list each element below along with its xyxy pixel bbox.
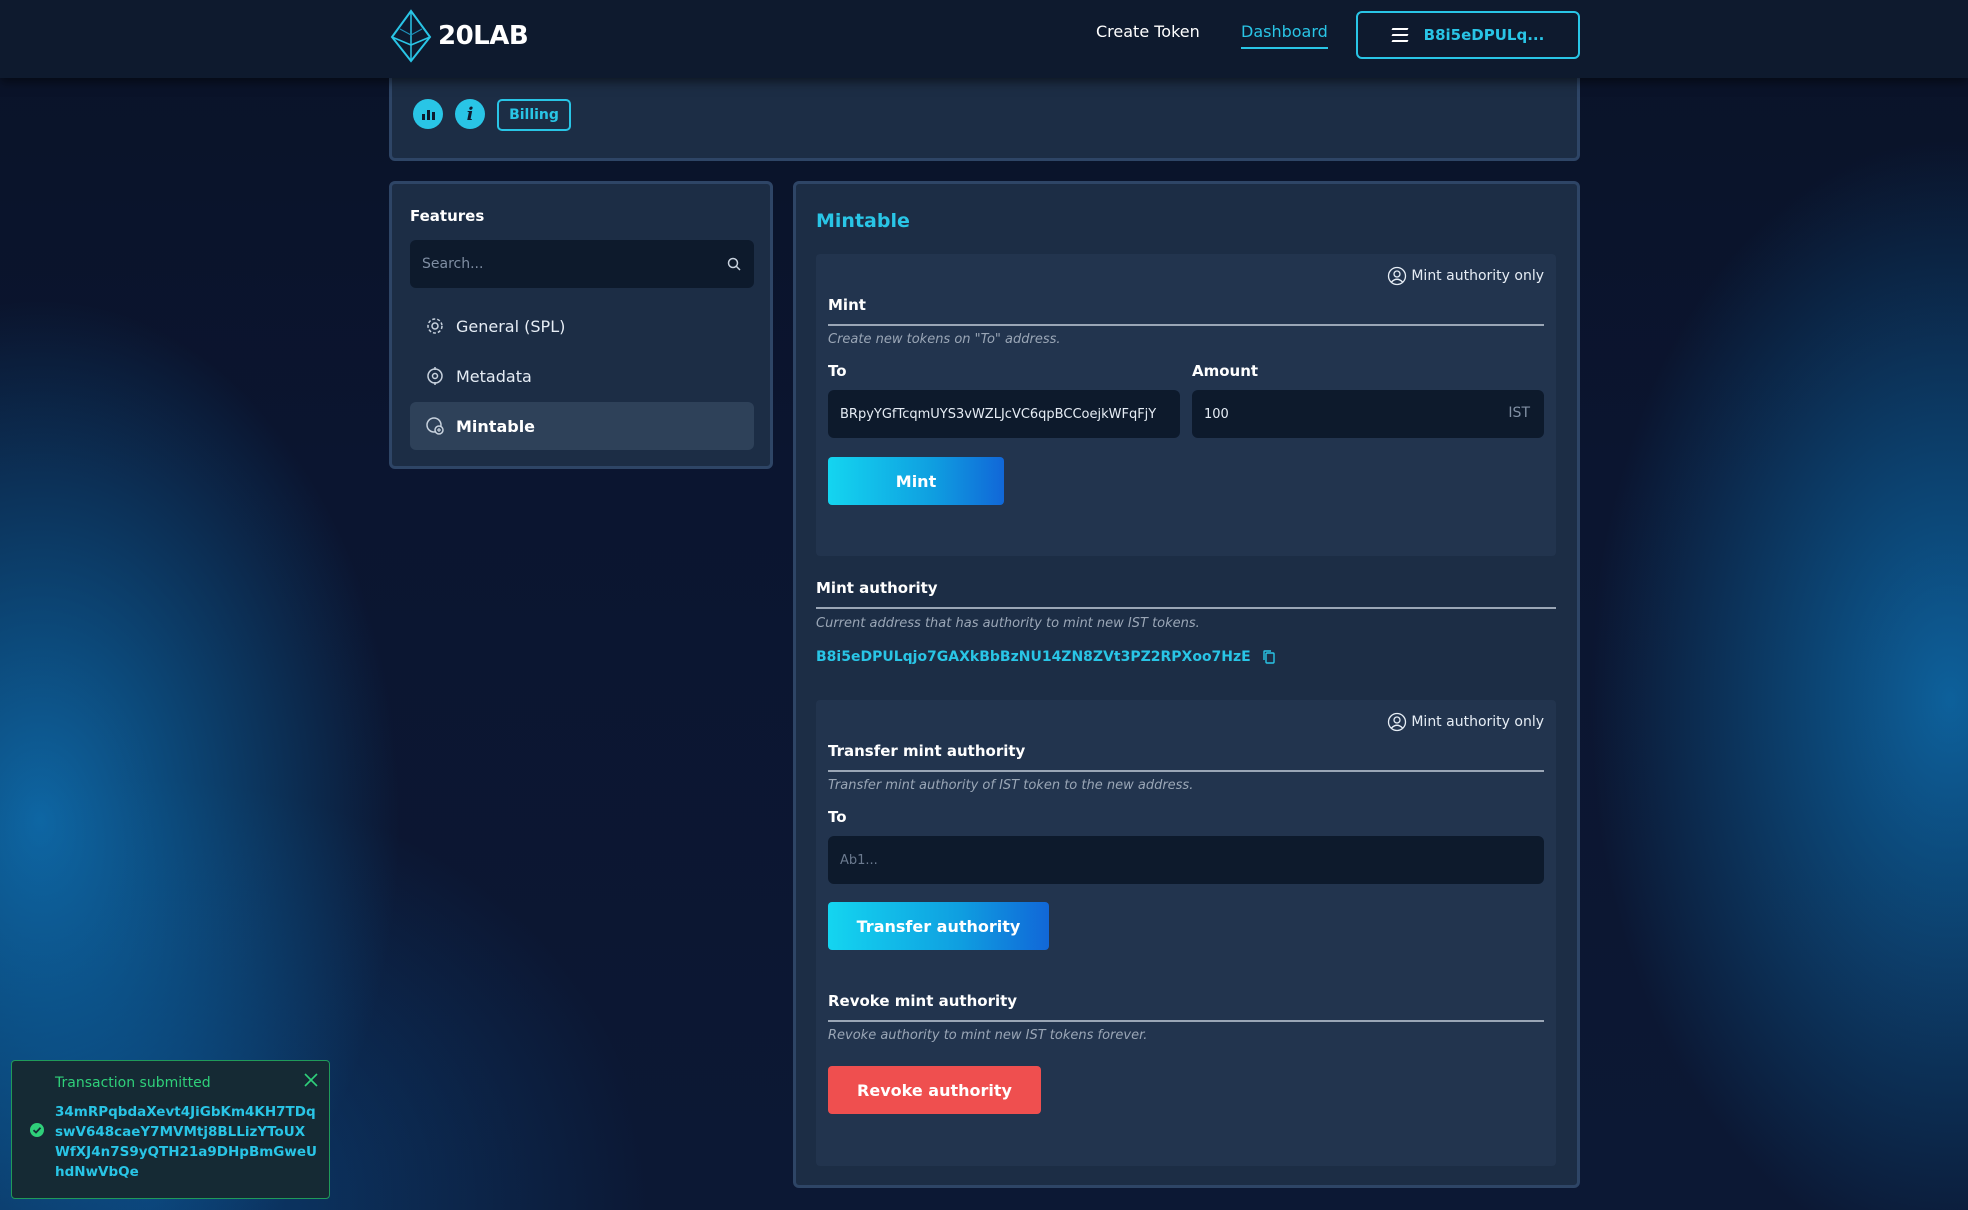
mint-card: Mint authority only Mint Create new toke… (816, 254, 1556, 556)
revoke-authority-button[interactable]: Revoke authority (828, 1066, 1041, 1114)
transfer-authority-button[interactable]: Transfer authority (828, 902, 1049, 950)
badge-label: Mint authority only (1411, 714, 1544, 730)
top-navigation-bar: 20LAB Create Token Dashboard B8i5eDPULq.… (0, 0, 1968, 78)
revoke-section-title: Revoke mint authority (828, 992, 1544, 1022)
user-circle-icon (1388, 266, 1407, 286)
transaction-hash-link[interactable]: 34mRPqbdaXevt4JiGbKm4KH7TDqswV648caeY7MV… (55, 1102, 317, 1182)
transaction-toast: Transaction submitted 34mRPqbdaXevt4JiGb… (11, 1060, 330, 1199)
logo-text: 20LAB (438, 21, 529, 51)
mint-section-title: Mint (828, 296, 1544, 326)
mint-authority-title: Mint authority (816, 579, 1556, 609)
success-check-icon (30, 1123, 44, 1137)
amount-value: 100 (1204, 406, 1229, 422)
logo[interactable]: 20LAB (388, 9, 529, 63)
user-circle-icon (1388, 712, 1407, 732)
wallet-button[interactable]: B8i5eDPULq... (1356, 11, 1580, 59)
mint-to-label: To (828, 362, 847, 380)
page-title: Mintable (816, 210, 910, 232)
transfer-revoke-card: Mint authority only Transfer mint author… (816, 700, 1556, 1166)
feature-item-mintable[interactable]: Mintable (410, 402, 754, 450)
authority-address-text[interactable]: B8i5eDPULqjo7GAXkBbBzNU14ZN8ZVt3PZ2RPXoo… (816, 649, 1251, 665)
mintable-icon (426, 417, 444, 435)
feature-item-metadata[interactable]: Metadata (410, 352, 754, 400)
chart-icon[interactable] (413, 99, 443, 129)
feature-item-general[interactable]: General (SPL) (410, 302, 754, 350)
feature-item-label: Metadata (456, 366, 532, 386)
badge-label: Mint authority only (1411, 268, 1544, 284)
nav-dashboard[interactable]: Dashboard (1241, 22, 1328, 49)
mint-authority-only-badge: Mint authority only (1387, 266, 1544, 286)
diamond-logo-icon (390, 9, 432, 63)
features-panel: Features General (SPL) Metadata Mintable (389, 181, 773, 469)
solana-icon (1391, 28, 1409, 42)
toast-title: Transaction submitted (55, 1075, 211, 1091)
amount-suffix: IST (1508, 405, 1530, 421)
mint-authority-description: Current address that has authority to mi… (816, 616, 1200, 631)
billing-button[interactable]: Billing (497, 99, 571, 131)
mint-authority-address[interactable]: B8i5eDPULqjo7GAXkBbBzNU14ZN8ZVt3PZ2RPXoo… (816, 649, 1277, 665)
mintable-panel: Mintable Mint authority only Mint Create… (793, 181, 1580, 1188)
feature-item-label: General (SPL) (456, 316, 566, 336)
transfer-to-input[interactable]: Ab1... (828, 836, 1544, 884)
amount-input[interactable]: 100 IST (1192, 390, 1544, 438)
search-icon[interactable] (726, 256, 742, 272)
transfer-section-title: Transfer mint authority (828, 742, 1544, 772)
close-icon[interactable] (302, 1071, 320, 1089)
revoke-description: Revoke authority to mint new IST tokens … (828, 1028, 1148, 1043)
mint-description: Create new tokens on "To" address. (828, 332, 1061, 347)
copy-icon[interactable] (1261, 649, 1277, 665)
wallet-address-label: B8i5eDPULq... (1423, 26, 1545, 44)
feature-item-label: Mintable (456, 416, 536, 436)
features-title: Features (410, 207, 485, 225)
info-icon[interactable]: i (455, 99, 485, 129)
transfer-description: Transfer mint authority of IST token to … (828, 778, 1194, 793)
metadata-icon (427, 367, 443, 385)
mint-button[interactable]: Mint (828, 457, 1004, 505)
transfer-authority-only-badge: Mint authority only (1387, 712, 1544, 732)
amount-label: Amount (1192, 362, 1259, 380)
mint-to-input[interactable]: BRpyYGfTcqmUYS3vWZLJcVC6qpBCCoejkWFqFjY (828, 390, 1180, 438)
nav-create-token[interactable]: Create Token (1096, 22, 1200, 41)
gear-icon (427, 318, 443, 334)
transfer-to-label: To (828, 808, 847, 826)
features-search-input[interactable] (410, 240, 754, 288)
